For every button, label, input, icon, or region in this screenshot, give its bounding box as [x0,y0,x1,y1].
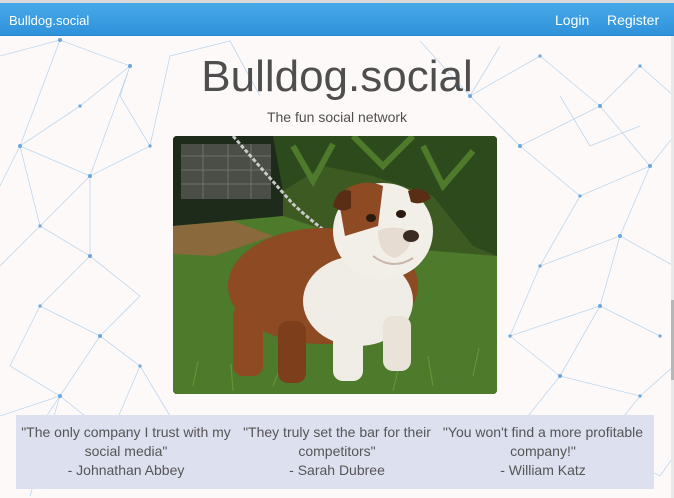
testimonial-quote: "The only company I trust with my social… [21,424,231,459]
testimonial-card: "You won't find a more profitable compan… [437,423,649,480]
hero-subtitle: The fun social network [266,109,408,125]
testimonial-author: - Sarah Dubree [289,462,385,478]
testimonials-band: "The only company I trust with my social… [16,415,654,489]
register-link[interactable]: Register [607,12,659,28]
testimonial-card: "They truly set the bar for their compet… [231,423,443,480]
testimonial-quote: "They truly set the bar for their compet… [243,424,431,459]
testimonial-author: - Johnathan Abbey [67,462,185,478]
navbar: Bulldog.social Login Register [0,3,674,36]
testimonial-quote: "You won't find a more profitable compan… [442,424,644,459]
login-link[interactable]: Login [555,12,589,28]
hero-title: Bulldog.social [201,52,473,101]
bulldog-photo [173,136,497,394]
bulldog-illustration [173,136,497,394]
brand-link[interactable]: Bulldog.social [9,13,89,28]
testimonial-card: "The only company I trust with my social… [20,423,232,480]
testimonial-author: - William Katz [500,462,586,478]
